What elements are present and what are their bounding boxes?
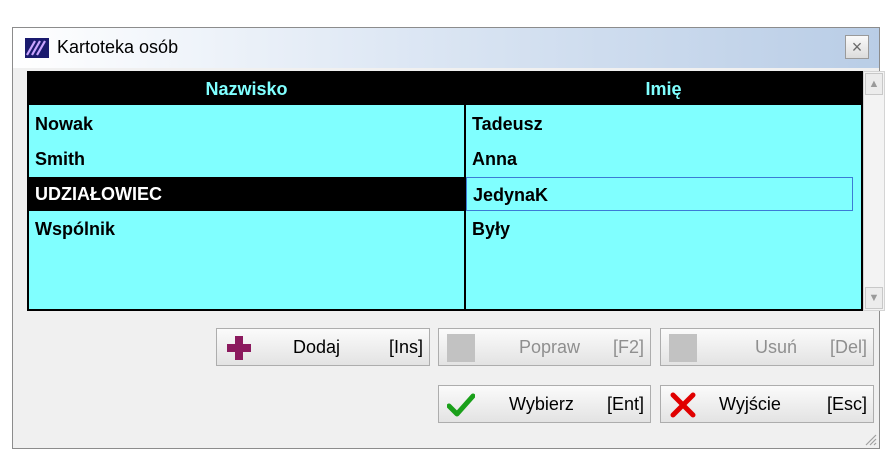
edit-button-label: Popraw — [519, 337, 581, 357]
scroll-down-button[interactable]: ▼ — [865, 287, 883, 309]
exit-button-label: Wyjście — [719, 394, 781, 414]
cell-imie[interactable]: Były — [466, 212, 853, 246]
cell-nazwisko[interactable]: Smith — [29, 142, 464, 176]
x-icon — [670, 392, 696, 418]
select-button-label: Wybierz — [509, 394, 574, 414]
persons-table[interactable]: Nazwisko Imię Nowak Tadeusz Smith Anna U… — [27, 71, 863, 311]
blank-icon — [669, 334, 697, 362]
arrow-down-icon: ▼ — [868, 292, 880, 304]
select-button-shortcut: [Ent] — [606, 394, 644, 414]
cell-nazwisko[interactable]: Nowak — [29, 107, 464, 141]
arrow-up-icon: ▲ — [868, 78, 880, 90]
column-divider — [464, 73, 466, 309]
edit-button[interactable]: Popraw [F2] — [438, 328, 651, 366]
close-button[interactable]: × — [845, 35, 869, 59]
delete-button-shortcut: [Del] — [829, 337, 867, 357]
cell-nazwisko-selected[interactable]: UDZIAŁOWIEC — [29, 177, 464, 211]
kartoteka-window: Kartoteka osób × Nazwisko Imię Nowak Tad… — [12, 27, 885, 449]
cell-imie[interactable]: Anna — [466, 142, 853, 176]
add-button-label: Dodaj — [293, 337, 341, 357]
app-logo-icon — [25, 38, 49, 58]
column-header-nazwisko[interactable]: Nazwisko — [29, 73, 464, 105]
delete-button-label: Usuń — [755, 337, 798, 357]
cell-imie-focused[interactable]: JedynaK — [466, 177, 853, 211]
exit-button[interactable]: Wyjście [Esc] — [660, 385, 874, 423]
vertical-scrollbar[interactable]: ▲ ▼ — [863, 71, 885, 311]
add-button-shortcut: [Ins] — [388, 337, 423, 357]
add-button[interactable]: Dodaj [Ins] — [216, 328, 430, 366]
column-header-imie[interactable]: Imię — [466, 73, 861, 105]
scroll-up-button[interactable]: ▲ — [865, 73, 883, 95]
close-icon: × — [851, 37, 863, 57]
plus-icon — [227, 336, 251, 360]
delete-button[interactable]: Usuń [Del] — [660, 328, 874, 366]
checkmark-icon — [447, 393, 475, 417]
window-title: Kartoteka osób — [57, 37, 179, 57]
exit-button-shortcut: [Esc] — [826, 394, 867, 414]
resize-grip-icon[interactable] — [863, 432, 877, 446]
cell-nazwisko[interactable]: Wspólnik — [29, 212, 464, 246]
blank-icon — [447, 334, 475, 362]
title-bar[interactable]: Kartoteka osób × — [13, 28, 879, 68]
edit-button-shortcut: [F2] — [612, 337, 644, 357]
cell-imie[interactable]: Tadeusz — [466, 107, 853, 141]
select-button[interactable]: Wybierz [Ent] — [438, 385, 651, 423]
